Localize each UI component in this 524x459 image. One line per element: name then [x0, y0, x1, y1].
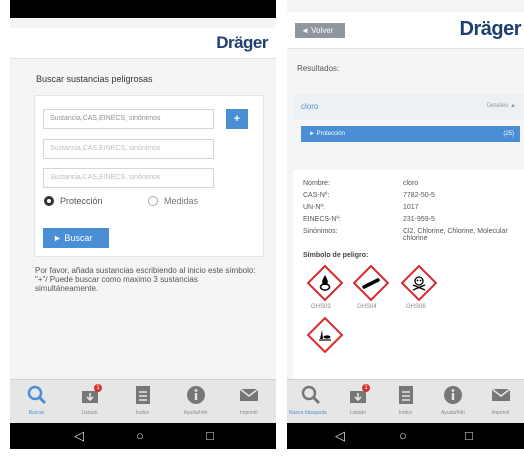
protection-radio-label: Protección — [60, 196, 103, 206]
ghs04-gas-cylinder-icon — [352, 264, 390, 302]
app-header: Dräger — [10, 28, 276, 59]
page-title: Buscar sustancias peligrosas — [36, 74, 153, 84]
phone-screen-results: ◄ Volver Dräger Resultados: cloro Detall… — [287, 0, 524, 449]
search-icon — [301, 385, 321, 410]
tab-label: Ayuda/Info — [183, 410, 208, 416]
detail-value: Cl2, Chlorine, Chlorine, Molecular chlor… — [403, 228, 508, 242]
tab-label: Imprimir — [239, 410, 259, 416]
tab-list[interactable]: 1 Listado — [63, 380, 116, 424]
info-icon — [186, 385, 206, 410]
measures-radio-label: Medidas — [164, 196, 199, 206]
document-icon — [398, 385, 414, 410]
ghs03-oxidizer-icon — [306, 264, 344, 302]
system-nav-bar: ◁ ○ □ — [10, 423, 276, 449]
search-icon — [27, 385, 47, 410]
detail-key: Nombre: — [303, 180, 330, 187]
substance-input-3[interactable]: Sustancia,CAS,EINECS, sinónimos — [43, 168, 214, 188]
tab-index[interactable]: Índice — [382, 380, 429, 424]
ghs09-environment-icon — [306, 316, 344, 354]
recents-square-icon[interactable]: □ — [206, 429, 214, 443]
tab-list[interactable]: 1 Listado — [334, 380, 382, 424]
tab-label: Índice — [398, 410, 413, 416]
protection-label: ► Protección — [309, 131, 345, 137]
measures-radio[interactable] — [148, 196, 158, 206]
details-toggle[interactable]: Detalles ▲ — [487, 103, 516, 109]
app-header: ◄ Volver Dräger — [287, 12, 524, 49]
detail-key: CAS-Nº: — [303, 192, 330, 199]
status-bar — [10, 0, 276, 18]
result-name: cloro — [301, 102, 319, 111]
ghs-label: GHS06 — [406, 304, 426, 310]
substance-input-2[interactable]: Sustancia,CAS,EINECS, sinónimos — [43, 139, 214, 159]
search-hint-text: Por favor, añada sustancias escribiendo … — [35, 266, 256, 293]
search-button[interactable]: ► Buscar — [43, 228, 109, 248]
document-icon — [135, 385, 151, 410]
tab-label: Ayuda/Info — [441, 410, 465, 416]
detail-key: UN-Nº: — [303, 204, 325, 211]
list-count-badge: 1 — [362, 384, 370, 392]
bottom-tab-bar: Buscar 1 Listado Índice Ayuda/Info Impri… — [10, 379, 276, 424]
tab-print[interactable]: Imprimir — [222, 380, 276, 424]
home-circle-icon[interactable]: ○ — [136, 429, 144, 443]
detail-value: cloro — [403, 180, 419, 187]
back-triangle-icon[interactable]: ◁ — [335, 429, 345, 443]
back-button[interactable]: ◄ Volver — [295, 23, 345, 38]
protection-count: (25) — [503, 131, 514, 137]
tab-label: Listado — [81, 410, 98, 416]
info-icon — [443, 385, 463, 410]
tab-label: Buscar — [28, 410, 45, 416]
result-row[interactable]: cloro Detalles ▲ — [293, 94, 524, 120]
protection-expander[interactable]: ► Protección (25) — [301, 126, 520, 142]
tab-new-search[interactable]: Nueva búsqueda — [287, 380, 334, 424]
detail-value: 1017 — [403, 204, 419, 211]
bottom-tab-bar: Nueva búsqueda 1 Listado Índice Ayuda/In… — [287, 379, 524, 424]
ghs-label: GHS03 — [311, 304, 331, 310]
tab-label: Listado — [349, 410, 367, 416]
back-triangle-icon[interactable]: ◁ — [74, 429, 84, 443]
mail-icon — [491, 385, 511, 410]
brand-logo: Dräger — [459, 18, 522, 40]
tab-help[interactable]: Ayuda/Info — [429, 380, 477, 424]
detail-key: Sinónimos: — [303, 228, 338, 235]
substance-input-1[interactable]: Sustancia,CAS,EINECS, sinónimos — [43, 109, 214, 129]
hazard-symbol-label: Símbolo de peligro: — [303, 252, 369, 259]
detail-value: 231-959-5 — [403, 216, 435, 223]
results-label: Resultados: — [297, 64, 340, 73]
ghs-label: GHS04 — [357, 304, 377, 310]
substance-details-card: Nombre: cloro CAS-Nº: 7782-50-5 UN-Nº: 1… — [293, 170, 524, 380]
tab-label: Nueva búsqueda — [289, 410, 327, 416]
tab-search[interactable]: Buscar — [10, 380, 63, 424]
detail-key: EINECS-Nº: — [303, 216, 341, 223]
recents-square-icon[interactable]: □ — [465, 429, 473, 443]
protection-radio[interactable] — [44, 196, 54, 206]
phone-screen-search: Dräger Buscar sustancias peligrosas Sust… — [10, 0, 276, 449]
brand-logo: Dräger — [216, 33, 268, 52]
tab-index[interactable]: Índice — [116, 380, 169, 424]
mail-icon — [239, 385, 259, 410]
add-substance-button[interactable]: + — [226, 109, 248, 129]
tab-help[interactable]: Ayuda/Info — [169, 380, 222, 424]
tab-label: Índice — [135, 410, 150, 416]
ghs06-skull-icon — [400, 264, 438, 302]
tab-label: Imprimir — [491, 410, 510, 416]
tab-print[interactable]: Imprimir — [477, 380, 524, 424]
home-circle-icon[interactable]: ○ — [399, 429, 407, 443]
system-nav-bar: ◁ ○ □ — [287, 423, 524, 449]
detail-value: 7782-50-5 — [403, 192, 435, 199]
list-count-badge: 1 — [94, 384, 102, 392]
